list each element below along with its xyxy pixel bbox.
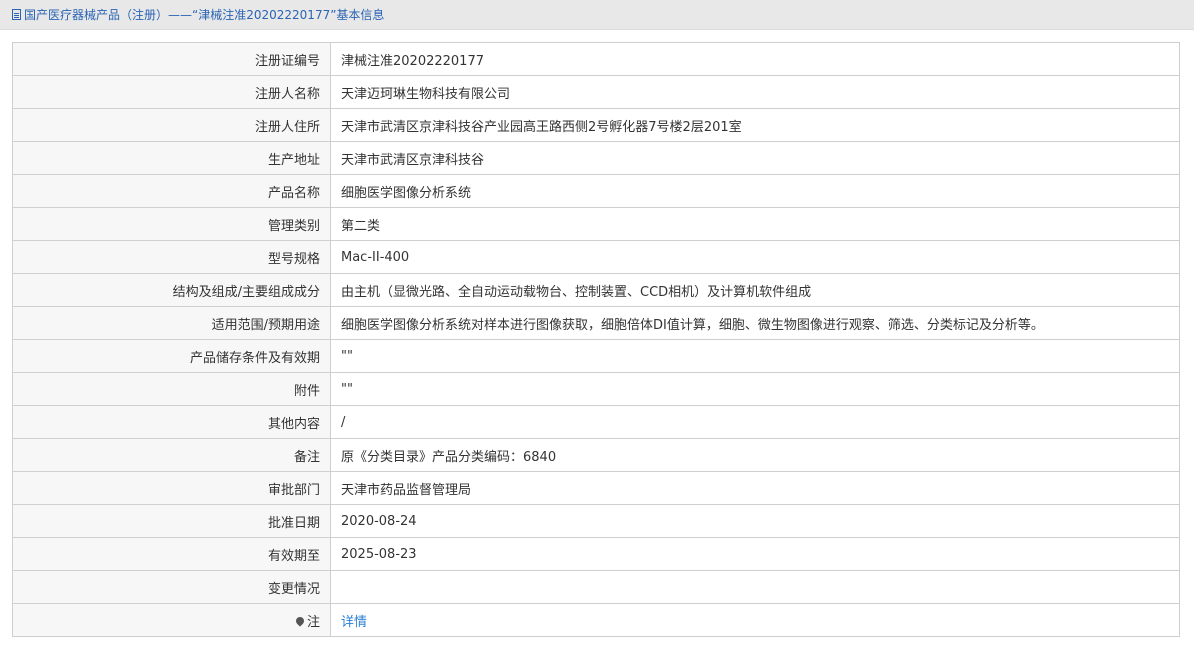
row-label: 附件 — [12, 372, 331, 406]
table-row: 附件 "" — [12, 372, 1180, 406]
row-label: 变更情况 — [12, 570, 331, 604]
row-label: 生产地址 — [12, 141, 331, 175]
row-value: 第二类 — [330, 207, 1180, 241]
row-label: 批准日期 — [12, 504, 331, 538]
row-label: 管理类别 — [12, 207, 331, 241]
table-row: 有效期至 2025-08-23 — [12, 537, 1180, 571]
breadcrumb-title: “津械注准20202220177”基本信息 — [192, 8, 385, 22]
row-value — [330, 570, 1180, 604]
row-label: 注册人名称 — [12, 75, 331, 109]
table-row: 适用范围/预期用途 细胞医学图像分析系统对样本进行图像获取，细胞倍体DI值计算，… — [12, 306, 1180, 340]
row-label: 适用范围/预期用途 — [12, 306, 331, 340]
row-value: "" — [330, 372, 1180, 406]
table-row: 生产地址 天津市武清区京津科技谷 — [12, 141, 1180, 175]
row-label: 备注 — [12, 438, 331, 472]
row-value: 由主机（显微光路、全自动运动载物台、控制装置、CCD相机）及计算机软件组成 — [330, 273, 1180, 307]
row-value: 细胞医学图像分析系统对样本进行图像获取，细胞倍体DI值计算，细胞、微生物图像进行… — [330, 306, 1180, 340]
detail-link[interactable]: 详情 — [341, 615, 367, 630]
row-value: Mac-II-400 — [330, 240, 1180, 274]
row-label: 产品名称 — [12, 174, 331, 208]
row-value: "" — [330, 339, 1180, 373]
row-label: 产品储存条件及有效期 — [12, 339, 331, 373]
row-label: 结构及组成/主要组成成分 — [12, 273, 331, 307]
table-row: 注册人名称 天津迈珂琳生物科技有限公司 — [12, 75, 1180, 109]
row-label: 其他内容 — [12, 405, 331, 439]
pin-icon — [294, 614, 306, 627]
row-value: 天津迈珂琳生物科技有限公司 — [330, 75, 1180, 109]
table-row: 产品储存条件及有效期 "" — [12, 339, 1180, 373]
row-label: 型号规格 — [12, 240, 331, 274]
note-value-cell: 详情 — [330, 603, 1180, 637]
row-label: 注册证编号 — [12, 42, 331, 76]
row-label: 审批部门 — [12, 471, 331, 505]
note-label: 注 — [306, 614, 320, 630]
table-row: 变更情况 — [12, 570, 1180, 604]
table-row: 审批部门 天津市药品监督管理局 — [12, 471, 1180, 505]
breadcrumb-section-link[interactable]: 国产医疗器械产品（注册） — [24, 6, 168, 23]
row-value: 津械注准20202220177 — [330, 42, 1180, 76]
table-row: 批准日期 2020-08-24 — [12, 504, 1180, 538]
row-label: 注册人住所 — [12, 108, 331, 142]
breadcrumb: 国产医疗器械产品（注册） —— “津械注准20202220177”基本信息 — [0, 0, 1194, 30]
row-label: 有效期至 — [12, 537, 331, 571]
table-row: 注册人住所 天津市武清区京津科技谷产业园高王路西侧2号孵化器7号楼2层201室 — [12, 108, 1180, 142]
table-row: 备注 原《分类目录》产品分类编码：6840 — [12, 438, 1180, 472]
note-label-cell: 注 — [12, 603, 331, 637]
row-value: 原《分类目录》产品分类编码：6840 — [330, 438, 1180, 472]
info-content: 注册证编号 津械注准20202220177 注册人名称 天津迈珂琳生物科技有限公… — [12, 42, 1180, 637]
table-row: 其他内容 / — [12, 405, 1180, 439]
row-value: 2020-08-24 — [330, 504, 1180, 538]
table-row: 注册证编号 津械注准20202220177 — [12, 42, 1180, 76]
table-row: 结构及组成/主要组成成分 由主机（显微光路、全自动运动载物台、控制装置、CCD相… — [12, 273, 1180, 307]
breadcrumb-separator: —— — [168, 7, 193, 22]
note-row: 注 详情 — [12, 603, 1180, 637]
row-value: / — [330, 405, 1180, 439]
table-row: 产品名称 细胞医学图像分析系统 — [12, 174, 1180, 208]
table-row: 管理类别 第二类 — [12, 207, 1180, 241]
table-row: 型号规格 Mac-II-400 — [12, 240, 1180, 274]
row-value: 2025-08-23 — [330, 537, 1180, 571]
row-value: 细胞医学图像分析系统 — [330, 174, 1180, 208]
row-value: 天津市武清区京津科技谷产业园高王路西侧2号孵化器7号楼2层201室 — [330, 108, 1180, 142]
row-value: 天津市药品监督管理局 — [330, 471, 1180, 505]
row-value: 天津市武清区京津科技谷 — [330, 141, 1180, 175]
document-icon — [12, 9, 21, 20]
registration-info-table: 注册证编号 津械注准20202220177 注册人名称 天津迈珂琳生物科技有限公… — [12, 42, 1180, 637]
